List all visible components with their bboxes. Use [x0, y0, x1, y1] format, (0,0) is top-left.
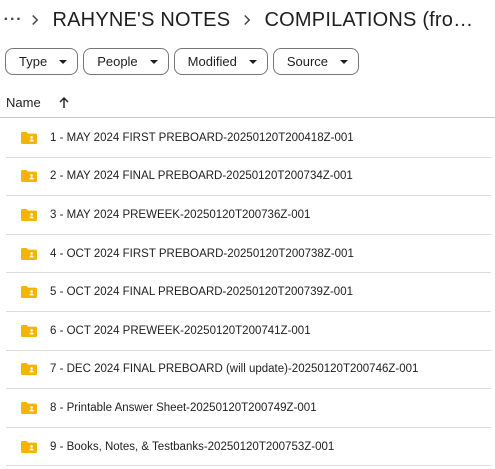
- shared-folder-icon: [21, 170, 37, 183]
- shared-folder-icon: [21, 324, 37, 337]
- more-path-button[interactable]: ···: [2, 8, 24, 32]
- folder-name: 9 - Books, Notes, & Testbanks-20250120T2…: [50, 440, 335, 453]
- list-header: Name: [0, 88, 495, 118]
- filter-type-button[interactable]: Type: [5, 48, 79, 75]
- shared-folder-icon: [21, 208, 37, 221]
- filter-modified-label: Modified: [187, 54, 237, 69]
- folder-row[interactable]: 3 - MAY 2024 PREWEEK-20250120T200736Z-00…: [6, 196, 491, 235]
- filter-modified-button[interactable]: Modified: [173, 48, 268, 75]
- folder-row[interactable]: 9 - Books, Notes, & Testbanks-20250120T2…: [6, 428, 491, 467]
- filter-source-button[interactable]: Source: [272, 48, 360, 75]
- filter-type-label: Type: [19, 54, 48, 69]
- folder-name: 5 - OCT 2024 FINAL PREBOARD-20250120T200…: [50, 286, 353, 299]
- folder-row[interactable]: 1 - MAY 2024 FIRST PREBOARD-20250120T200…: [6, 119, 491, 158]
- folder-name: 1 - MAY 2024 FIRST PREBOARD-20250120T200…: [50, 131, 354, 144]
- folder-name: 6 - OCT 2024 PREWEEK-20250120T200741Z-00…: [50, 324, 311, 337]
- caret-down-icon: [59, 59, 68, 64]
- filter-people-button[interactable]: People: [83, 48, 169, 75]
- folder-row[interactable]: 8 - Printable Answer Sheet-20250120T2007…: [6, 389, 491, 428]
- folder-row[interactable]: 5 - OCT 2024 FINAL PREBOARD-20250120T200…: [6, 273, 491, 312]
- shared-folder-icon: [21, 131, 37, 144]
- chevron-right-icon: [24, 11, 46, 29]
- folder-row[interactable]: 7 - DEC 2024 FINAL PREBOARD (will update…: [6, 351, 491, 390]
- folder-name: 4 - OCT 2024 FIRST PREBOARD-20250120T200…: [50, 247, 354, 260]
- folder-name: 7 - DEC 2024 FINAL PREBOARD (will update…: [50, 363, 419, 376]
- arrow-up-icon[interactable]: [57, 96, 71, 110]
- shared-folder-icon: [21, 247, 37, 260]
- folder-list: 1 - MAY 2024 FIRST PREBOARD-20250120T200…: [0, 119, 495, 467]
- folder-name: 3 - MAY 2024 PREWEEK-20250120T200736Z-00…: [50, 208, 311, 221]
- shared-folder-icon: [21, 401, 37, 414]
- breadcrumb-item-compilations[interactable]: COMPILATIONS (from X...: [259, 9, 495, 32]
- folder-name: 8 - Printable Answer Sheet-20250120T2007…: [50, 401, 317, 414]
- folder-row[interactable]: 4 - OCT 2024 FIRST PREBOARD-20250120T200…: [6, 235, 491, 274]
- filter-people-label: People: [97, 54, 138, 69]
- caret-down-icon: [248, 59, 257, 64]
- filter-source-label: Source: [286, 54, 329, 69]
- shared-folder-icon: [21, 363, 37, 376]
- folder-row[interactable]: 6 - OCT 2024 PREWEEK-20250120T200741Z-00…: [6, 312, 491, 351]
- name-column-header[interactable]: Name: [6, 95, 41, 110]
- breadcrumb-item-rahynes-notes[interactable]: RAHYNE'S NOTES: [47, 9, 237, 32]
- caret-down-icon: [340, 59, 349, 64]
- shared-folder-icon: [21, 286, 37, 299]
- shared-folder-icon: [21, 440, 37, 453]
- breadcrumb: ··· RAHYNE'S NOTES COMPILATIONS (from X.…: [0, 0, 495, 40]
- caret-down-icon: [149, 59, 158, 64]
- folder-row[interactable]: 2 - MAY 2024 FINAL PREBOARD-20250120T200…: [6, 158, 491, 197]
- chevron-right-icon: [236, 11, 258, 29]
- folder-name: 2 - MAY 2024 FINAL PREBOARD-20250120T200…: [50, 170, 353, 183]
- filter-chips: Type People Modified Source: [5, 48, 360, 75]
